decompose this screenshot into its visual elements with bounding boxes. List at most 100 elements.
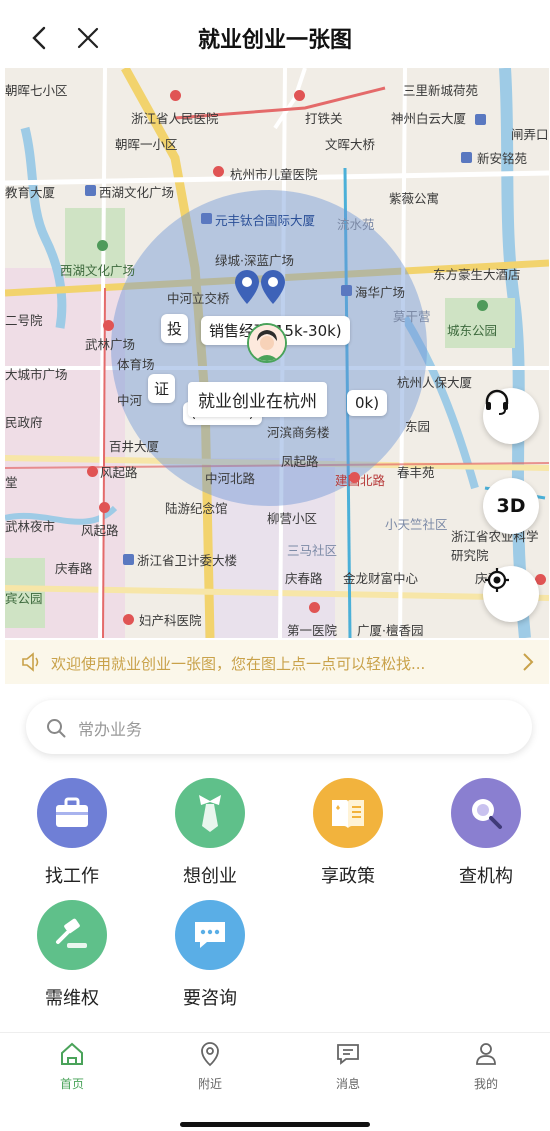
tab-label: 消息	[335, 1077, 360, 1091]
map-label: 杭州人保大厦	[397, 375, 473, 390]
building-icon	[201, 213, 212, 224]
chevron-right-icon	[523, 653, 534, 671]
map-label: 凤起路	[281, 454, 319, 469]
search-icon	[47, 719, 66, 738]
3d-toggle-button[interactable]: 3D	[483, 478, 539, 534]
map-label: 建国北路	[335, 473, 386, 488]
location-pin-icon	[201, 1042, 219, 1067]
tab-nearby[interactable]: 附近	[170, 1041, 250, 1092]
map-label: 妇产科医院	[139, 613, 202, 628]
job-bubble[interactable]: 投	[161, 314, 189, 343]
tab-profile[interactable]: 我的	[446, 1041, 526, 1092]
map-label: 神州白云大厦	[391, 111, 467, 126]
crosshair-icon	[485, 568, 509, 592]
chat-icon	[175, 900, 245, 970]
map-label: 宾公园	[5, 591, 43, 606]
map-label: 体育场	[117, 357, 155, 372]
avatar[interactable]	[247, 323, 287, 363]
locate-button[interactable]	[483, 566, 539, 622]
map-label: 二号院	[5, 313, 43, 328]
metro-station-icon	[103, 320, 114, 331]
job-bubble[interactable]: 证	[148, 374, 176, 403]
map-label: 闸弄口	[511, 127, 549, 142]
park-icon	[97, 240, 108, 251]
notice-text: 欢迎使用就业创业一张图，您在图上点一点可以轻松找...	[51, 655, 426, 673]
3d-label: 3D	[496, 495, 526, 517]
page-title: 就业创业一张图	[197, 28, 352, 53]
map-label: 柳营小区	[267, 511, 318, 526]
tie-icon	[175, 778, 245, 848]
map-label: 春丰苑	[397, 465, 435, 480]
tab-label: 附近	[197, 1077, 222, 1091]
map-label: 浙江省农业科学研究院	[451, 529, 539, 563]
map-label: 莫干营	[393, 309, 431, 324]
map-label: 朝晖七小区	[5, 83, 68, 98]
map-label: 三里新城荷苑	[403, 83, 479, 98]
magnifier-icon	[451, 778, 521, 848]
hospital-icon	[123, 614, 134, 625]
map-label: 百井大厦	[109, 439, 160, 454]
search-input[interactable]: 常办业务	[26, 700, 532, 754]
building-icon	[85, 185, 96, 196]
metro-station-icon	[87, 466, 98, 477]
service-start-business[interactable]: 想创业	[155, 778, 265, 888]
map-label: 绿城·深蓝广场	[215, 253, 294, 268]
service-label: 需维权	[45, 988, 99, 1009]
map-label: 浙江省卫计委大楼	[137, 553, 238, 568]
map-label: 陆游纪念馆	[165, 501, 228, 516]
map-label: 教育大厦	[5, 185, 56, 200]
map-label: 西湖文化广场	[99, 185, 175, 200]
service-enjoy-policy[interactable]: 享政策	[293, 778, 403, 888]
map-label: 元丰钛合国际大厦	[215, 213, 316, 228]
bottom-tab-bar: 首页 附近 消息 我的	[0, 1032, 550, 1099]
message-icon	[337, 1044, 359, 1065]
policy-book-icon	[313, 778, 383, 848]
map-label: 庆春路	[55, 561, 93, 576]
map-label: 浙江省人民医院	[131, 111, 219, 126]
hospital-icon	[170, 90, 181, 101]
map-label: 东方豪生大酒店	[433, 267, 521, 282]
map-label: 风起路	[81, 523, 119, 538]
map-label: 中河立交桥	[167, 291, 230, 306]
service-label: 查机构	[459, 866, 513, 887]
building-icon	[123, 554, 134, 565]
map-label: 城东公园	[447, 323, 498, 338]
service-label: 想创业	[183, 866, 237, 887]
service-consultation[interactable]: 要咨询	[155, 900, 265, 1010]
map-label: 金龙财富中心	[343, 571, 419, 586]
gavel-icon	[37, 900, 107, 970]
job-bubble[interactable]: 0k)	[347, 390, 388, 416]
map-label: 中河	[117, 393, 143, 408]
map-label: 第一医院	[287, 623, 338, 638]
tab-label: 我的	[473, 1077, 498, 1091]
map-label: 民政府	[5, 415, 43, 430]
map-label: 流水苑	[337, 217, 375, 232]
search-placeholder: 常办业务	[78, 720, 143, 739]
building-icon	[475, 114, 486, 125]
map-label: 西湖文化广场	[60, 263, 136, 278]
map-label: 堂	[5, 475, 18, 490]
map-label: 中河北路	[205, 471, 256, 486]
home-indicator	[180, 1122, 370, 1127]
service-find-job[interactable]: 找工作	[17, 778, 127, 888]
service-rights-protection[interactable]: 需维权	[17, 900, 127, 1010]
map-label: 新安铭苑	[477, 151, 528, 166]
map-label: 杭州市儿童医院	[230, 167, 318, 182]
map-label: 打铁关	[305, 111, 343, 126]
map-label: 广厦·檀香园	[357, 623, 424, 638]
tab-label: 首页	[59, 1077, 84, 1091]
notice-bar[interactable]: 欢迎使用就业创业一张图，您在图上点一点可以轻松找...	[5, 640, 549, 684]
park-icon	[477, 300, 488, 311]
tab-home[interactable]: 首页	[32, 1041, 112, 1092]
customer-service-button[interactable]	[483, 388, 539, 444]
building-icon	[341, 285, 352, 296]
building-icon	[461, 152, 472, 163]
metro-station-icon	[99, 502, 110, 513]
map-label: 文晖大桥	[325, 137, 376, 152]
map-view[interactable]: 朝晖七小区 浙江省人民医院 打铁关 三里新城荷苑 神州白云大厦 闸弄口 朝晖一小…	[5, 68, 549, 638]
map-label: 武林广场	[85, 337, 136, 352]
map-label: 大城市广场	[5, 367, 68, 382]
service-find-agency[interactable]: 查机构	[431, 778, 541, 888]
tab-messages[interactable]: 消息	[308, 1041, 388, 1092]
map-label: 海华广场	[355, 285, 406, 300]
